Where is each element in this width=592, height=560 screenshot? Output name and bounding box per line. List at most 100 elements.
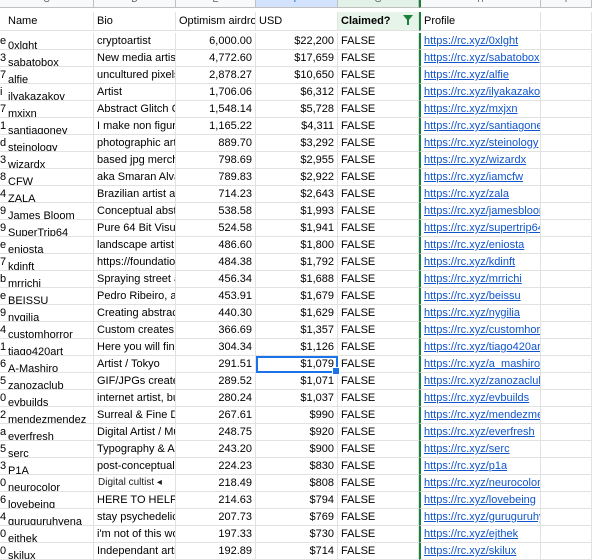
usd-cell[interactable]: $2,955 (256, 152, 338, 169)
column-header-d[interactable]: D (94, 0, 176, 8)
usd-cell[interactable]: $17,659 (256, 50, 338, 67)
usd-cell[interactable]: $769 (256, 509, 338, 526)
airdrop-cell[interactable]: 218.49 (176, 475, 256, 492)
airdrop-cell[interactable]: 291.51 (176, 356, 256, 373)
claimed-cell[interactable]: FALSE (338, 475, 419, 492)
usd-cell[interactable]: $830 (256, 458, 338, 475)
bio-cell[interactable]: Surreal & Fine D (94, 407, 176, 424)
claimed-cell[interactable]: FALSE (338, 322, 419, 339)
profile-link[interactable]: https://rc.xyz/customhorror (419, 322, 541, 339)
name-cell[interactable]: i ilyakazakov (0, 84, 94, 101)
usd-cell[interactable]: $2,643 (256, 186, 338, 203)
bio-cell[interactable]: New media artist (94, 50, 176, 67)
bio-cell[interactable]: Typography & AI (94, 441, 176, 458)
empty-cell[interactable] (541, 203, 592, 220)
claimed-cell[interactable]: FALSE (338, 84, 419, 101)
profile-link[interactable]: https://rc.xyz/wizardx (419, 152, 541, 169)
column-header-h[interactable]: H (419, 0, 541, 8)
empty-cell[interactable] (541, 339, 592, 356)
usd-cell[interactable]: $22,200 (256, 33, 338, 50)
airdrop-cell[interactable]: 484.38 (176, 254, 256, 271)
empty-cell[interactable] (541, 475, 592, 492)
empty-cell[interactable] (541, 288, 592, 305)
profile-link[interactable]: https://rc.xyz/0xlght (419, 33, 541, 50)
bio-cell[interactable]: photographic art (94, 135, 176, 152)
bio-cell[interactable]: internet artist, bu (94, 390, 176, 407)
name-cell[interactable]: 2 mendezmendez (0, 407, 94, 424)
claimed-cell[interactable]: FALSE (338, 492, 419, 509)
name-cell[interactable]: 0 skilux (0, 543, 94, 560)
claimed-cell[interactable]: FALSE (338, 373, 419, 390)
bio-header[interactable]: Bio (94, 12, 176, 31)
profile-link[interactable]: https://rc.xyz/eniosta (419, 237, 541, 254)
profile-link[interactable]: https://rc.xyz/beissu (419, 288, 541, 305)
profile-link[interactable]: https://rc.xyz/neurocolor (419, 475, 541, 492)
empty-cell[interactable] (541, 220, 592, 237)
bio-cell[interactable]: Abstract Glitch C (94, 101, 176, 118)
claimed-cell[interactable]: FALSE (338, 356, 419, 373)
usd-cell[interactable]: $1,941 (256, 220, 338, 237)
usd-cell[interactable]: $1,357 (256, 322, 338, 339)
usd-cell[interactable]: $1,993 (256, 203, 338, 220)
empty-cell[interactable] (541, 458, 592, 475)
empty-cell[interactable] (541, 101, 592, 118)
usd-cell[interactable]: $1,126 (256, 339, 338, 356)
name-header[interactable]: Name (0, 12, 94, 31)
empty-cell[interactable] (541, 424, 592, 441)
usd-cell[interactable]: $2,922 (256, 169, 338, 186)
profile-link[interactable]: https://rc.xyz/a_mashiro (419, 356, 541, 373)
profile-link[interactable]: https://rc.xyz/ilyakazakov (419, 84, 541, 101)
claimed-cell[interactable]: FALSE (338, 424, 419, 441)
profile-link[interactable]: https://rc.xyz/kdinft (419, 254, 541, 271)
name-cell[interactable]: 6 lovebeing (0, 492, 94, 509)
usd-cell[interactable]: $1,079 (256, 356, 338, 373)
claimed-cell[interactable]: FALSE (338, 203, 419, 220)
name-cell[interactable]: 9 nygilia (0, 305, 94, 322)
claimed-cell[interactable]: FALSE (338, 169, 419, 186)
profile-link[interactable]: https://rc.xyz/zala (419, 186, 541, 203)
profile-link[interactable]: https://rc.xyz/jamesbloom (419, 203, 541, 220)
airdrop-cell[interactable]: 207.73 (176, 509, 256, 526)
bio-cell[interactable]: based jpg merch (94, 152, 176, 169)
profile-header[interactable]: Profile (419, 12, 541, 31)
claimed-cell[interactable]: FALSE (338, 237, 419, 254)
airdrop-cell[interactable]: 192.89 (176, 543, 256, 560)
airdrop-cell[interactable]: 456.34 (176, 271, 256, 288)
column-header-f[interactable]: F (256, 0, 338, 8)
empty-cell[interactable] (541, 271, 592, 288)
bio-cell[interactable]: Pure 64 Bit Visua (94, 220, 176, 237)
profile-link[interactable]: https://rc.xyz/steinology (419, 135, 541, 152)
bio-cell[interactable]: stay psychedelic (94, 509, 176, 526)
name-cell[interactable]: 5 zanozaclub (0, 373, 94, 390)
empty-cell[interactable] (541, 509, 592, 526)
bio-cell[interactable]: GIF/JPGs create (94, 373, 176, 390)
airdrop-cell[interactable]: 714.23 (176, 186, 256, 203)
profile-link[interactable]: https://rc.xyz/santiagoney (419, 118, 541, 135)
airdrop-cell[interactable]: 1,706.06 (176, 84, 256, 101)
profile-link[interactable]: https://rc.xyz/skilux (419, 543, 541, 560)
usd-cell[interactable]: $990 (256, 407, 338, 424)
empty-cell[interactable] (541, 118, 592, 135)
profile-link[interactable]: https://rc.xyz/zanozaclub (419, 373, 541, 390)
name-cell[interactable]: 7 mxjxn (0, 101, 94, 118)
claimed-cell[interactable]: FALSE (338, 543, 419, 560)
profile-link[interactable]: https://rc.xyz/nygilia (419, 305, 541, 322)
name-cell[interactable]: b mrrichi (0, 271, 94, 288)
usd-cell[interactable]: $5,728 (256, 101, 338, 118)
bio-cell[interactable]: Creating abstrac (94, 305, 176, 322)
airdrop-cell[interactable]: 798.69 (176, 152, 256, 169)
usd-header[interactable]: USD (256, 12, 338, 31)
bio-cell[interactable]: uncultured pixels (94, 67, 176, 84)
airdrop-cell[interactable]: 789.83 (176, 169, 256, 186)
claimed-cell[interactable]: FALSE (338, 254, 419, 271)
profile-link[interactable]: https://rc.xyz/mxjxn (419, 101, 541, 118)
bio-cell[interactable]: HERE TO HELP (94, 492, 176, 509)
name-cell[interactable]: 0 neurocolor (0, 475, 94, 492)
empty-cell[interactable] (541, 526, 592, 543)
bio-cell[interactable]: Spraying street a (94, 271, 176, 288)
claimed-cell[interactable]: FALSE (338, 50, 419, 67)
name-cell[interactable]: 4 guruguruhyena (0, 509, 94, 526)
bio-cell[interactable]: I make non figura (94, 118, 176, 135)
claimed-cell[interactable]: FALSE (338, 458, 419, 475)
usd-cell[interactable]: $730 (256, 526, 338, 543)
